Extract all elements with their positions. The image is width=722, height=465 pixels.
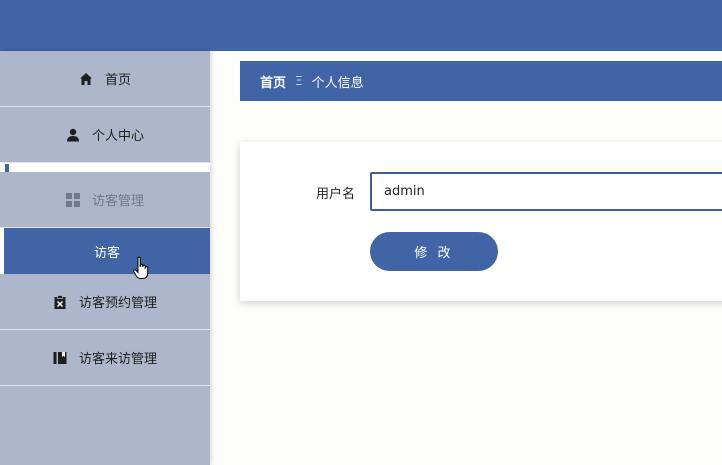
breadcrumb-current: 个人信息	[311, 75, 364, 91]
hand-cursor-icon	[133, 256, 151, 282]
breadcrumb-home-link[interactable]: 首页	[260, 72, 286, 91]
top-header-bar	[0, 0, 722, 51]
home-icon	[79, 72, 93, 86]
profile-form-card: 用户名 修 改	[240, 142, 722, 301]
sidebar-item-label: 访客预约管理	[78, 296, 157, 311]
modify-button[interactable]: 修 改	[370, 232, 498, 271]
sidebar-item-visitor-visits[interactable]: 访客来访管理	[0, 330, 210, 386]
sidebar-item-profile[interactable]: 个人中心	[0, 107, 210, 163]
clipboard-x-icon	[53, 294, 67, 309]
sidebar-subitem-visitor[interactable]: 访客	[0, 228, 210, 274]
username-input[interactable]	[370, 172, 722, 211]
sidebar-item-label: 个人中心	[91, 129, 144, 144]
book-icon	[53, 351, 67, 365]
sidebar: 首页 个人中心 访客管理 访客 访客预约管理 访客来访管理	[0, 51, 210, 465]
active-accent-bar	[5, 164, 9, 172]
sidebar-item-home[interactable]: 首页	[0, 51, 210, 107]
breadcrumb-separator: Ξ	[295, 74, 303, 88]
sidebar-item-visitor-appointment[interactable]: 访客预约管理	[0, 274, 210, 330]
sidebar-item-label: 首页	[104, 73, 131, 88]
sidebar-divider	[0, 163, 210, 172]
user-icon	[66, 128, 80, 142]
grid-icon	[65, 192, 80, 207]
sidebar-item-visitor-management[interactable]: 访客管理	[0, 172, 210, 228]
breadcrumb: 首页 Ξ 个人信息	[240, 61, 722, 101]
username-label: 用户名	[316, 187, 356, 202]
sidebar-item-label: 访客	[93, 245, 120, 261]
sidebar-item-label: 访客来访管理	[78, 352, 157, 367]
sidebar-item-label: 访客管理	[91, 194, 144, 209]
